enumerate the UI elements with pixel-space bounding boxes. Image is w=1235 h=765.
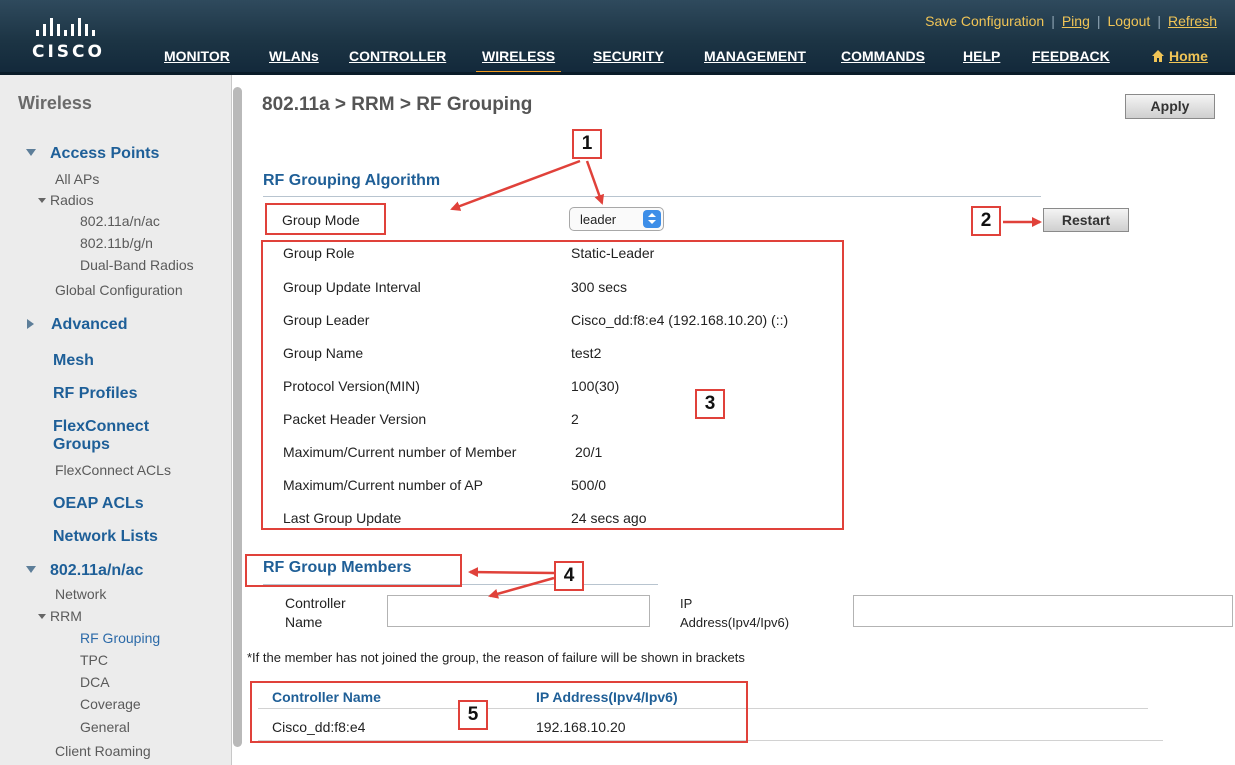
apply-button[interactable]: Apply <box>1125 94 1215 119</box>
group-mode-value: leader <box>580 212 617 227</box>
callout-arrow-4b <box>488 576 555 599</box>
callout-box-member-table <box>250 681 748 743</box>
sidebar-item-advanced[interactable]: Advanced <box>27 316 127 334</box>
home-icon <box>1152 50 1164 62</box>
sidebar-item-dual-band[interactable]: Dual-Band Radios <box>80 257 194 273</box>
collapsed-arrow-icon <box>27 319 34 329</box>
sidebar-item-coverage[interactable]: Coverage <box>80 696 141 712</box>
sidebar-item-rrm[interactable]: RRM <box>38 608 82 624</box>
restart-button[interactable]: Restart <box>1043 208 1129 232</box>
callout-arrow-1a <box>450 159 581 211</box>
sidebar-item-80211anac[interactable]: 802.11a/n/ac <box>26 562 143 580</box>
nav-commands[interactable]: COMMANDS <box>841 48 925 64</box>
expanded-arrow-icon <box>26 149 36 156</box>
sidebar-item-tpc[interactable]: TPC <box>80 652 108 668</box>
nav-wireless[interactable]: WIRELESS <box>475 48 562 74</box>
sidebar-item-radio-80211anac[interactable]: 802.11a/n/ac <box>80 213 160 229</box>
callout-box-properties <box>261 240 844 530</box>
sidebar-item-flexconnect-acls[interactable]: FlexConnect ACLs <box>55 462 171 478</box>
sidebar-item-network[interactable]: Network <box>55 586 106 602</box>
sidebar-item-general[interactable]: General <box>80 719 130 735</box>
sidebar: Wireless Access Points All APs Radios 80… <box>0 75 232 765</box>
select-arrows-icon <box>643 210 661 228</box>
nav-home[interactable]: Home <box>1152 48 1208 64</box>
sidebar-item-radio-80211bgn[interactable]: 802.11b/g/n <box>80 235 153 251</box>
scrollbar-thumb[interactable] <box>233 87 242 747</box>
sidebar-item-global-configuration[interactable]: Global Configuration <box>55 282 183 298</box>
utility-links: Save Configuration | Ping | Logout | Refresh <box>925 13 1217 29</box>
callout-number-1: 1 <box>572 129 602 159</box>
sidebar-item-oeap-acls[interactable]: OEAP ACLs <box>53 495 144 513</box>
controller-name-input[interactable] <box>387 595 650 627</box>
sidebar-item-rf-grouping[interactable]: RF Grouping <box>80 630 160 646</box>
callout-number-4: 4 <box>554 561 584 591</box>
ip-address-input[interactable] <box>853 595 1233 627</box>
nav-monitor[interactable]: MONITOR <box>164 48 230 64</box>
callout-number-2: 2 <box>971 206 1001 236</box>
expanded-arrow-icon <box>38 614 46 619</box>
cisco-logo-bars <box>36 18 122 36</box>
sidebar-item-access-points[interactable]: Access Points <box>26 145 159 163</box>
section-divider <box>263 196 1041 197</box>
sidebar-item-client-roaming[interactable]: Client Roaming <box>55 743 151 759</box>
top-header: CISCO Save Configuration | Ping | Logout | Ref… <box>0 0 1235 75</box>
main-nav: MONITOR WLANs CONTROLLER WIRELESS SECURI… <box>0 44 1235 74</box>
sidebar-item-all-aps[interactable]: All APs <box>55 171 99 187</box>
nav-wlans[interactable]: WLANs <box>269 48 319 64</box>
nav-feedback[interactable]: FEEDBACK <box>1032 48 1110 64</box>
nav-help[interactable]: HELP <box>963 48 1000 64</box>
rf-grouping-algorithm-title: RF Grouping Algorithm <box>263 172 441 189</box>
membership-note: *If the member has not joined the group,… <box>247 650 745 665</box>
sidebar-item-network-lists[interactable]: Network Lists <box>53 528 158 546</box>
save-configuration-link[interactable]: Save Configuration <box>925 13 1044 29</box>
callout-number-5: 5 <box>458 700 488 730</box>
controller-name-label: Controller Name <box>285 595 346 630</box>
expanded-arrow-icon <box>26 566 36 573</box>
sidebar-item-rf-profiles[interactable]: RF Profiles <box>53 385 137 403</box>
nav-security[interactable]: SECURITY <box>593 48 664 64</box>
sidebar-scrollbar[interactable] <box>232 82 243 752</box>
group-mode-select[interactable]: leader <box>569 207 664 231</box>
sidebar-title: Wireless <box>18 93 92 113</box>
sidebar-item-dca[interactable]: DCA <box>80 674 110 690</box>
sidebar-item-flexconnect-groups[interactable]: FlexConnect Groups <box>53 418 149 454</box>
nav-controller[interactable]: CONTROLLER <box>349 48 446 64</box>
refresh-link[interactable]: Refresh <box>1168 13 1217 29</box>
sidebar-item-mesh[interactable]: Mesh <box>53 352 94 370</box>
expanded-arrow-icon <box>38 198 46 203</box>
ping-link[interactable]: Ping <box>1062 13 1090 29</box>
callout-arrow-4a <box>468 567 555 578</box>
callout-number-3: 3 <box>695 389 725 419</box>
sidebar-item-radios[interactable]: Radios <box>38 192 94 208</box>
callout-box-group-mode <box>265 203 386 235</box>
page-title: 802.11a > RRM > RF Grouping <box>262 94 533 115</box>
ip-address-label: IP Address(Ipv4/Ipv6) <box>680 596 790 630</box>
nav-management[interactable]: MANAGEMENT <box>704 48 806 64</box>
callout-box-members-title <box>245 554 462 587</box>
logout-link[interactable]: Logout <box>1108 13 1151 29</box>
